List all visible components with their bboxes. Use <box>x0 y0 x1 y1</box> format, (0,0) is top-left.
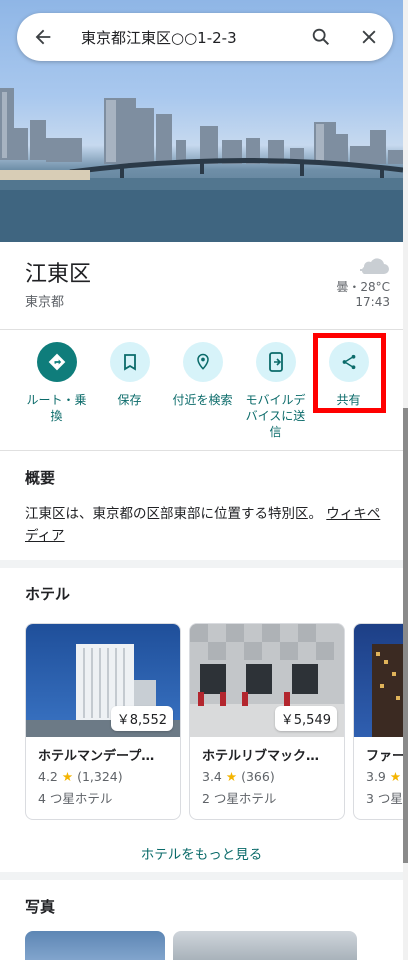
directions-button[interactable]: ルート・乗換 <box>20 342 93 440</box>
search-bar[interactable]: 東京都江東区○○1-2-3 <box>17 13 393 61</box>
share-highlight-box <box>313 333 386 413</box>
hotel-photo: ￥5,549 <box>190 624 344 737</box>
hotel-name: ホテルマンデープ… <box>38 749 155 764</box>
hotel-card[interactable]: ファー… 3.9 ★ 3 つ星 <box>353 623 403 820</box>
bookmark-icon <box>109 342 150 382</box>
nearby-icon <box>182 342 223 382</box>
review-count: (1,324) <box>77 769 123 784</box>
search-query[interactable]: 東京都江東区○○1-2-3 <box>69 27 297 48</box>
send-to-phone-icon <box>255 342 296 382</box>
nearby-label: 付近を検索 <box>172 393 233 407</box>
star-icon: ★ <box>61 769 74 784</box>
place-subtitle: 東京都 <box>25 295 65 310</box>
hotel-name: ホテルリブマック… <box>202 749 320 764</box>
star-icon: ★ <box>389 769 402 784</box>
arrow-back-icon[interactable] <box>17 13 69 61</box>
hotel-photo: ￥8,552 <box>26 624 180 737</box>
divider <box>0 329 403 330</box>
hotel-photo <box>354 624 403 737</box>
hotel-card[interactable]: ￥5,549 ホテルリブマック… 3.4 ★ (366) 2 つ星ホテル <box>189 623 345 820</box>
rating-value: 3.4 <box>202 769 222 784</box>
photo-thumbnail[interactable] <box>25 931 165 960</box>
hotel-class: 4 つ星ホテル <box>38 791 113 806</box>
save-label: 保存 <box>117 393 142 407</box>
section-divider <box>0 560 403 568</box>
hotel-price: ￥5,549 <box>274 706 337 731</box>
star-icon: ★ <box>225 769 238 784</box>
cloud-icon <box>356 254 390 278</box>
photos-title: 写真 <box>25 898 56 916</box>
rating-value: 3.9 <box>366 769 386 784</box>
hotels-title: ホテル <box>25 585 71 603</box>
hotel-rating: 4.2 ★ (1,324) <box>38 769 180 784</box>
scrollbar[interactable] <box>403 0 408 960</box>
directions-label: ルート・乗換 <box>26 393 87 423</box>
overview-body: 江東区は、東京都の区部東部に位置する特別区。 <box>25 506 322 522</box>
directions-icon <box>36 342 77 382</box>
hotel-price: ￥8,552 <box>110 706 173 731</box>
close-icon[interactable] <box>345 13 393 61</box>
nearby-button[interactable]: 付近を検索 <box>166 342 239 440</box>
section-divider <box>0 872 403 880</box>
hotel-carousel[interactable]: ￥8,552 ホテルマンデープ… 4.2 ★ (1,324) 4 つ星ホテル ￥… <box>25 623 403 820</box>
hotel-card[interactable]: ￥8,552 ホテルマンデープ… 4.2 ★ (1,324) 4 つ星ホテル <box>25 623 181 820</box>
weather-widget: 曇・28°C 17:43 <box>336 254 390 310</box>
weather-time: 17:43 <box>355 295 390 309</box>
hotel-rating: 3.4 ★ (366) <box>202 769 344 784</box>
hotel-class: 3 つ星 <box>366 791 403 806</box>
overview-title: 概要 <box>25 469 56 487</box>
divider <box>0 450 403 451</box>
save-button[interactable]: 保存 <box>93 342 166 440</box>
more-hotels-button[interactable]: ホテルをもっと見る <box>0 843 403 863</box>
page-title: 江東区 <box>25 262 92 287</box>
photo-thumbnail[interactable] <box>173 931 357 960</box>
photo-strip[interactable] <box>25 931 403 960</box>
rating-value: 4.2 <box>38 769 58 784</box>
hotel-rating: 3.9 ★ <box>366 769 403 784</box>
send-to-phone-button[interactable]: モバイルデバイスに送信 <box>239 342 312 440</box>
review-count: (366) <box>241 769 275 784</box>
weather-condition: 曇・28°C <box>336 280 390 294</box>
send-to-phone-label: モバイルデバイスに送信 <box>245 393 306 439</box>
hotel-class: 2 つ星ホテル <box>202 791 277 806</box>
overview-text: 江東区は、東京都の区部東部に位置する特別区。 ウィキペディア <box>25 503 385 547</box>
scrollbar-thumb[interactable] <box>403 408 408 863</box>
hotel-name: ファー… <box>366 749 403 764</box>
search-icon[interactable] <box>297 13 345 61</box>
